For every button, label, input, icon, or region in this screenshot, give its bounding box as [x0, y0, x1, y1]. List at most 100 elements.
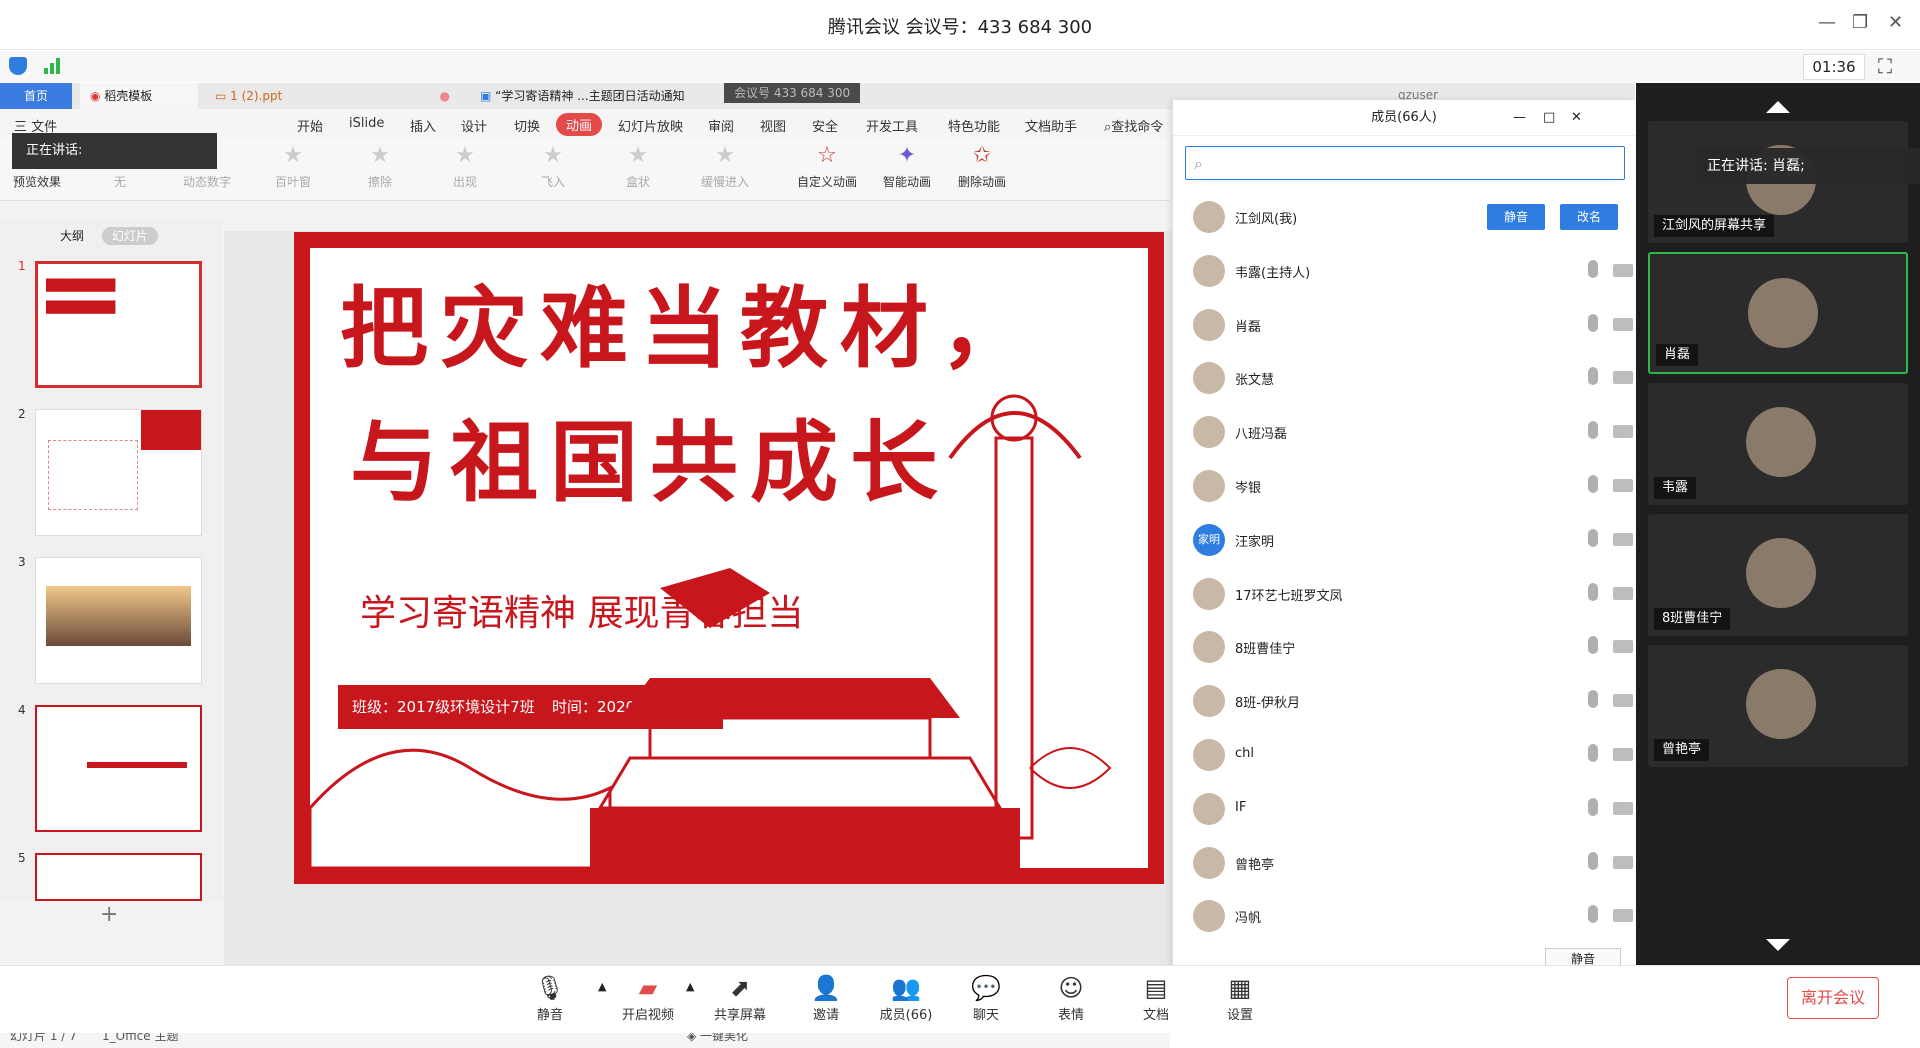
tab-word-file[interactable]: ▣ “学习寄语精神 ...主题团日活动通知 — [470, 83, 720, 109]
microphone-icon[interactable] — [1588, 259, 1598, 278]
menu-transition[interactable]: 切换 — [514, 116, 540, 135]
menu-search-command[interactable]: ⌕查找命令 — [1104, 116, 1163, 135]
minimize-icon[interactable]: — — [1818, 12, 1836, 33]
menu-devtools[interactable]: 开发工具 — [866, 116, 918, 135]
member-row[interactable]: 八班冯磊 — [1173, 405, 1636, 459]
camera-off-icon[interactable] — [1613, 479, 1633, 492]
member-row[interactable]: 肖磊 — [1173, 298, 1636, 352]
audio-options-icon[interactable]: ▲ — [598, 980, 606, 993]
scroll-up-icon[interactable] — [1766, 101, 1790, 113]
member-row[interactable]: chl — [1173, 728, 1636, 782]
anim-box[interactable]: ★ 盒状 — [603, 143, 673, 190]
chat-button[interactable]: 💬 聊天 — [946, 974, 1026, 1023]
video-tile[interactable]: 曾艳亭 — [1648, 645, 1908, 767]
reactions-button[interactable]: ☺ 表情 — [1031, 974, 1111, 1023]
camera-off-icon[interactable] — [1613, 855, 1633, 869]
camera-off-icon[interactable] — [1613, 640, 1633, 654]
security-shield-icon[interactable] — [9, 57, 27, 75]
member-row[interactable]: IF — [1173, 782, 1636, 836]
menu-review[interactable]: 审阅 — [708, 116, 734, 135]
slide-thumbnail-3[interactable] — [35, 557, 202, 684]
microphone-icon[interactable] — [1588, 851, 1598, 870]
menu-view[interactable]: 视图 — [760, 116, 786, 135]
microphone-icon[interactable] — [1588, 744, 1598, 762]
camera-off-icon[interactable] — [1613, 371, 1633, 385]
anim-appear[interactable]: ★ 出现 — [430, 143, 500, 190]
slide-thumbnail-1[interactable]: ▆▆▆▆▆▆ ▆▆▆▆▆▆ — [35, 261, 202, 388]
microphone-icon[interactable] — [1588, 421, 1598, 440]
video-tile[interactable]: 韦露 — [1648, 383, 1908, 505]
camera-off-icon[interactable] — [1613, 801, 1633, 815]
menu-features[interactable]: 特色功能 — [948, 116, 1000, 135]
microphone-icon[interactable] — [1588, 528, 1598, 547]
microphone-icon[interactable] — [1588, 797, 1598, 816]
add-slide-icon[interactable]: + — [100, 902, 118, 927]
video-options-icon[interactable]: ▲ — [686, 980, 694, 993]
menu-animation[interactable]: 动画 — [556, 113, 603, 136]
close-icon[interactable]: ✕ — [1571, 100, 1582, 136]
invite-button[interactable]: 👤 邀请 — [786, 974, 866, 1023]
slide-thumbnail-4[interactable] — [35, 705, 202, 832]
anim-fly-in[interactable]: ★ 飞入 — [518, 143, 588, 190]
member-search-input[interactable]: ⌕ — [1185, 146, 1625, 180]
mute-button[interactable]: 🎙 静音 — [510, 974, 590, 1023]
tab-slides[interactable]: 幻灯片 — [101, 227, 158, 245]
menu-start[interactable]: 开始 — [297, 116, 323, 135]
camera-off-icon[interactable] — [1613, 694, 1633, 708]
tab-ppt-file[interactable]: ▭ 1 (2).ppt ● — [205, 83, 460, 109]
members-button[interactable]: 👥 成员(66) — [866, 974, 946, 1023]
anim-wipe[interactable]: ★ 擦除 — [345, 143, 415, 190]
smart-animation-button[interactable]: ✦ 智能动画 — [872, 143, 942, 190]
video-tile[interactable]: 肖磊 — [1648, 252, 1908, 374]
member-row[interactable]: 江剑风(我) 静音 改名 — [1173, 190, 1636, 244]
menu-insert[interactable]: 插入 — [410, 116, 436, 135]
camera-off-icon[interactable] — [1613, 317, 1633, 331]
camera-off-icon[interactable] — [1613, 748, 1633, 761]
microphone-icon[interactable] — [1588, 313, 1598, 332]
camera-off-icon[interactable] — [1613, 263, 1633, 277]
delete-animation-button[interactable]: ✩ 删除动画 — [947, 143, 1017, 190]
member-row[interactable]: 家明 汪家明 — [1173, 513, 1636, 567]
microphone-icon[interactable] — [1588, 636, 1598, 655]
mute-member-button[interactable]: 静音 — [1487, 204, 1545, 230]
member-row[interactable]: 韦露(主持人) — [1173, 244, 1636, 298]
menu-docassist[interactable]: 文档助手 — [1025, 116, 1077, 135]
tab-docer[interactable]: ◉ 稻壳模板 — [80, 83, 198, 109]
minimize-icon[interactable]: — — [1513, 100, 1526, 136]
close-icon[interactable]: ✕ — [1888, 12, 1903, 33]
camera-off-icon[interactable] — [1613, 586, 1633, 600]
leave-meeting-button[interactable]: 离开会议 — [1787, 977, 1879, 1019]
microphone-icon[interactable] — [1588, 367, 1598, 386]
settings-button[interactable]: ▦ 设置 — [1200, 974, 1280, 1023]
microphone-icon[interactable] — [1588, 905, 1598, 924]
microphone-icon[interactable] — [1588, 690, 1598, 709]
network-signal-icon[interactable] — [44, 58, 62, 74]
menu-design[interactable]: 设计 — [461, 116, 487, 135]
slide-thumbnail-5[interactable] — [35, 853, 202, 901]
anim-blinds[interactable]: ★ 百叶窗 — [258, 143, 328, 190]
video-tile[interactable]: 8班曹佳宁 — [1648, 514, 1908, 636]
member-row[interactable]: 张文慧 — [1173, 351, 1636, 405]
member-row[interactable]: 17环艺七班罗文凤 — [1173, 567, 1636, 621]
scroll-down-icon[interactable] — [1766, 939, 1790, 951]
maximize-icon[interactable]: □ — [1543, 100, 1555, 136]
microphone-icon[interactable] — [1588, 582, 1598, 601]
start-video-button[interactable]: ▰ 开启视频 — [608, 974, 688, 1023]
microphone-icon[interactable] — [1588, 475, 1598, 493]
anim-slow-enter[interactable]: ★ 缓慢进入 — [690, 143, 760, 190]
menu-islide[interactable]: iSlide — [349, 116, 384, 131]
share-screen-button[interactable]: ⬈ 共享屏幕 — [700, 974, 780, 1023]
tab-home[interactable]: 首页 — [0, 83, 72, 109]
member-row[interactable]: 岑银 — [1173, 459, 1636, 513]
custom-animation-button[interactable]: ☆ 自定义动画 — [792, 143, 862, 190]
current-slide[interactable]: 把灾难当教材， 与祖国共成长 学习寄语精神 展现青春担当 班级：2017级环境设… — [294, 232, 1164, 884]
member-row[interactable]: 8班曹佳宁 — [1173, 620, 1636, 674]
tab-outline[interactable]: 大纲 — [60, 229, 84, 243]
meeting-id-badge[interactable]: 会议号 433 684 300 — [724, 83, 861, 103]
menu-slideshow[interactable]: 幻灯片放映 — [618, 116, 683, 135]
fullscreen-icon[interactable]: ⛶ — [1878, 54, 1892, 78]
camera-off-icon[interactable] — [1613, 909, 1633, 923]
camera-off-icon[interactable] — [1613, 425, 1633, 439]
camera-off-icon[interactable] — [1613, 532, 1633, 546]
menu-security[interactable]: 安全 — [812, 116, 838, 135]
